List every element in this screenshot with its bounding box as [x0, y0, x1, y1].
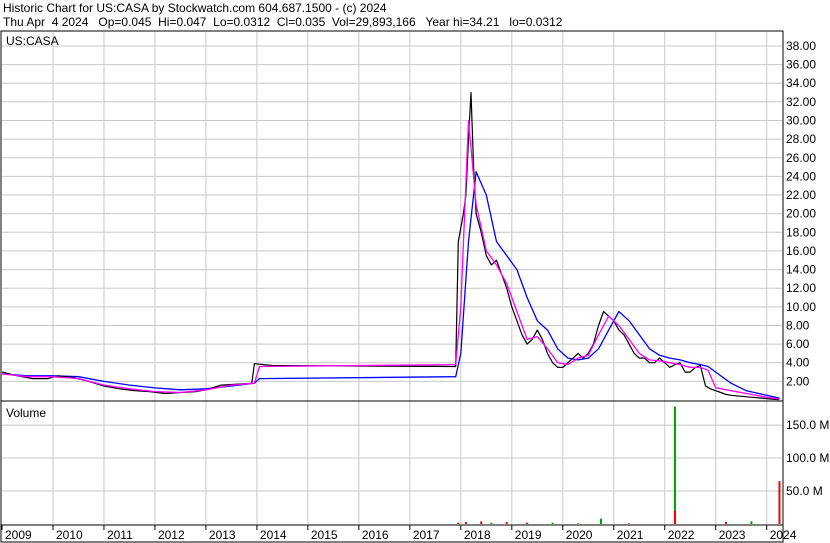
- x-tick-label: 2015: [311, 528, 338, 542]
- series-ma-short: [1, 119, 780, 400]
- price-y-tick-label: 26.00: [786, 151, 816, 165]
- x-tick-label: 2019: [515, 528, 542, 542]
- volume-bar: [526, 522, 529, 524]
- volume-y-tick-label: 50.0 M: [786, 484, 823, 498]
- volume-bar: [724, 522, 727, 524]
- volume-bar: [673, 510, 676, 524]
- series-ma-long: [1, 171, 780, 399]
- price-y-tick-label: 12.00: [786, 281, 816, 295]
- price-y-tick-label: 38.00: [786, 39, 816, 53]
- volume-bar: [457, 522, 460, 524]
- x-tick-label: 2014: [260, 528, 287, 542]
- x-tick-label: 2024: [770, 528, 797, 542]
- x-tick-label: 2016: [362, 528, 389, 542]
- x-tick-label: 2012: [158, 528, 185, 542]
- x-tick-label: 2018: [464, 528, 491, 542]
- volume-panel-frame: [0, 400, 784, 526]
- price-y-axis: 2.00 4.00 6.00 8.00 10.00 12.00 14.00 16.00 18.0…: [786, 39, 816, 388]
- x-tick-label: 2013: [209, 528, 236, 542]
- volume-y-tick-label: 150.0 M: [786, 418, 829, 432]
- price-y-tick-label: 22.00: [786, 188, 816, 202]
- volume-bar: [464, 522, 467, 524]
- volume-bar: [505, 522, 508, 524]
- volume-panel-label: Volume: [6, 406, 46, 420]
- price-panel-label: US:CASA: [6, 34, 59, 48]
- x-tick-label: 2017: [413, 528, 440, 542]
- volume-y-axis: 50.0 M 100.0 M 150.0 M: [786, 418, 829, 498]
- x-tick-label: 2022: [668, 528, 695, 542]
- volume-bar: [778, 481, 781, 524]
- volume-bar: [628, 523, 631, 524]
- volume-bar: [551, 522, 554, 524]
- volume-bar: [480, 521, 483, 524]
- volume-bars: [457, 406, 781, 524]
- volume-bar: [600, 518, 603, 524]
- volume-bar: [750, 521, 753, 524]
- price-y-tick-label: 30.00: [786, 114, 816, 128]
- stock-chart: US:CASA Volume 2.00 4.00 6.00 8.00 10.00 12.0…: [0, 30, 829, 543]
- volume-bar: [673, 406, 676, 524]
- price-y-tick-label: 36.00: [786, 58, 816, 72]
- volume-y-tick-label: 100.0 M: [786, 451, 829, 465]
- price-y-tick-label: 20.00: [786, 207, 816, 221]
- x-tick-label: 2020: [566, 528, 593, 542]
- price-y-tick-label: 10.00: [786, 300, 816, 314]
- x-tick-label: 2011: [107, 528, 133, 542]
- x-tick-label: 2023: [719, 528, 746, 542]
- price-y-tick-label: 4.00: [786, 356, 810, 370]
- price-y-tick-label: 34.00: [786, 76, 816, 90]
- price-y-tick-label: 24.00: [786, 169, 816, 183]
- x-tick-label: 2021: [617, 528, 644, 542]
- price-y-tick-label: 18.00: [786, 225, 816, 239]
- price-y-tick-label: 28.00: [786, 132, 816, 146]
- price-y-tick-label: 32.00: [786, 95, 816, 109]
- volume-bar: [490, 522, 493, 524]
- x-tick-label: 2010: [56, 528, 83, 542]
- price-panel-frame: [0, 30, 784, 402]
- price-y-tick-label: 14.00: [786, 263, 816, 277]
- price-y-tick-label: 8.00: [786, 318, 810, 332]
- price-y-tick-label: 6.00: [786, 337, 810, 351]
- x-grid: [52, 32, 768, 524]
- price-y-tick-label: 2.00: [786, 374, 810, 388]
- x-axis: 2009 2010 2011 2012 2013 2014 2015 2016 2017 2018…: [1, 525, 797, 542]
- price-y-tick-label: 16.00: [786, 244, 816, 258]
- x-tick-label: 2009: [5, 528, 32, 542]
- volume-bar: [577, 523, 580, 524]
